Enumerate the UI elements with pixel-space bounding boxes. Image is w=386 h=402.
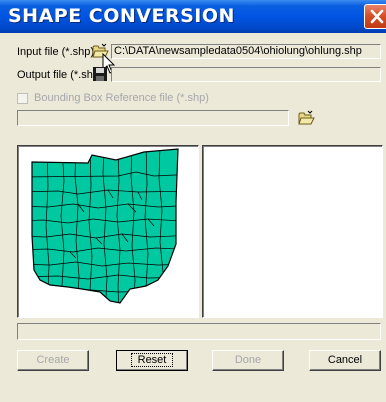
bounding-box-browse-button[interactable] — [298, 110, 315, 126]
cancel-button-label: Cancel — [327, 354, 363, 366]
reset-button[interactable]: Reset — [116, 350, 188, 371]
input-map-preview — [17, 145, 199, 318]
title-bar[interactable]: SHAPE CONVERSION — [0, 0, 386, 33]
input-file-label: Input file (*.shp) — [17, 46, 95, 58]
cancel-button[interactable]: Cancel — [309, 350, 381, 371]
output-file-save-button[interactable] — [92, 66, 109, 82]
close-icon — [370, 9, 384, 24]
create-button-label: Create — [36, 354, 70, 366]
create-button[interactable]: Create — [17, 350, 89, 371]
input-file-path-field[interactable]: C:\DATA\newsampledata0504\ohiolung\ohlun… — [111, 44, 381, 59]
close-button[interactable] — [364, 4, 386, 29]
window-title: SHAPE CONVERSION — [8, 5, 235, 27]
bounding-box-checkbox[interactable] — [17, 93, 28, 104]
output-map-preview — [202, 145, 383, 318]
ohio-counties-map — [31, 148, 179, 304]
output-file-label: Output file (*.shp) — [17, 69, 103, 81]
open-folder-icon — [298, 110, 315, 125]
reset-button-label: Reset — [130, 353, 174, 367]
bounding-box-label: Bounding Box Reference file (*.shp) — [34, 92, 209, 104]
shape-conversion-dialog: SHAPE CONVERSION Input file (*.shp) C:\D… — [0, 0, 386, 402]
bounding-box-path-field[interactable] — [17, 110, 289, 126]
done-button[interactable]: Done — [212, 350, 284, 371]
done-button-label: Done — [234, 354, 262, 366]
output-file-path-field[interactable] — [111, 67, 381, 82]
floppy-disk-icon — [93, 67, 107, 81]
progress-bar — [17, 323, 381, 340]
